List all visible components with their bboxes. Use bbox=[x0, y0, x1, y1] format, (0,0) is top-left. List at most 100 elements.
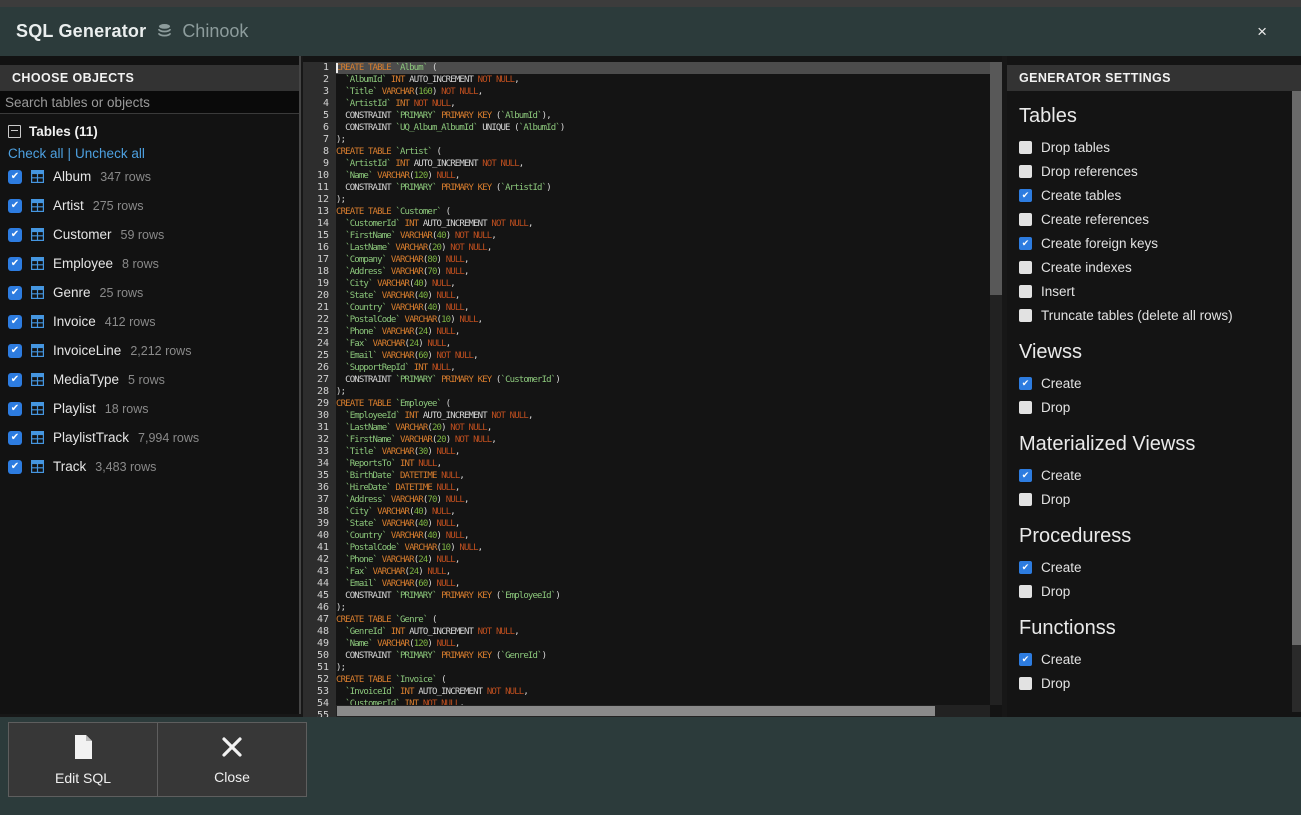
settings-checkbox[interactable] bbox=[1019, 165, 1032, 178]
line-number: 15 bbox=[303, 230, 336, 242]
settings-option[interactable]: Drop tables bbox=[1019, 135, 1301, 159]
settings-option[interactable]: Create bbox=[1019, 647, 1301, 671]
search-input[interactable] bbox=[0, 91, 299, 114]
settings-option[interactable]: Create bbox=[1019, 371, 1301, 395]
settings-option[interactable]: Drop bbox=[1019, 671, 1301, 695]
table-checkbox[interactable] bbox=[8, 170, 22, 184]
table-row[interactable]: Genre25 rows bbox=[0, 278, 299, 307]
settings-option[interactable]: Drop bbox=[1019, 395, 1301, 419]
table-row[interactable]: Track3,483 rows bbox=[0, 452, 299, 481]
editor-vertical-scrollbar[interactable] bbox=[990, 62, 1002, 705]
uncheck-all-link[interactable]: Uncheck all bbox=[75, 146, 145, 161]
code-line: ); bbox=[336, 662, 990, 674]
settings-option[interactable]: Drop references bbox=[1019, 159, 1301, 183]
settings-checkbox[interactable] bbox=[1019, 285, 1032, 298]
settings-checkbox[interactable] bbox=[1019, 261, 1032, 274]
line-number: 54 bbox=[303, 698, 336, 710]
line-number: 42 bbox=[303, 554, 336, 566]
collapse-icon[interactable] bbox=[8, 125, 21, 138]
editor-horizontal-scrollbar-thumb[interactable] bbox=[337, 706, 935, 716]
tables-group-label: Tables (11) bbox=[29, 124, 98, 139]
settings-option[interactable]: Create foreign keys bbox=[1019, 231, 1301, 255]
code-line: `State` VARCHAR(40) NULL, bbox=[336, 518, 990, 530]
table-row[interactable]: MediaType5 rows bbox=[0, 365, 299, 394]
settings-option-label: Drop references bbox=[1041, 164, 1138, 179]
table-row[interactable]: Employee8 rows bbox=[0, 249, 299, 278]
close-label: Close bbox=[214, 769, 250, 785]
sql-code-editor[interactable]: 1234567891011121314151617181920212223242… bbox=[303, 56, 1002, 717]
settings-option[interactable]: Truncate tables (delete all rows) bbox=[1019, 303, 1301, 327]
settings-option[interactable]: Drop bbox=[1019, 487, 1301, 511]
table-checkbox[interactable] bbox=[8, 228, 22, 242]
settings-checkbox[interactable] bbox=[1019, 377, 1032, 390]
check-all-link[interactable]: Check all bbox=[8, 146, 64, 161]
settings-section-title: Functionss bbox=[1019, 617, 1301, 640]
editor-horizontal-scrollbar[interactable] bbox=[336, 705, 990, 717]
line-number: 51 bbox=[303, 662, 336, 674]
settings-option[interactable]: Insert bbox=[1019, 279, 1301, 303]
close-button[interactable]: Close bbox=[157, 722, 307, 797]
table-row[interactable]: InvoiceLine2,212 rows bbox=[0, 336, 299, 365]
table-checkbox[interactable] bbox=[8, 431, 22, 445]
choose-objects-panel: CHOOSE OBJECTS Tables (11) Check all|Unc… bbox=[0, 56, 301, 714]
settings-checkbox[interactable] bbox=[1019, 189, 1032, 202]
table-row[interactable]: PlaylistTrack7,994 rows bbox=[0, 423, 299, 452]
line-number: 12 bbox=[303, 194, 336, 206]
line-number: 26 bbox=[303, 362, 336, 374]
table-checkbox[interactable] bbox=[8, 402, 22, 416]
table-row[interactable]: Customer59 rows bbox=[0, 220, 299, 249]
settings-option[interactable]: Create bbox=[1019, 555, 1301, 579]
settings-checkbox[interactable] bbox=[1019, 653, 1032, 666]
settings-vertical-scrollbar[interactable] bbox=[1292, 91, 1301, 712]
settings-checkbox[interactable] bbox=[1019, 237, 1032, 250]
table-checkbox[interactable] bbox=[8, 199, 22, 213]
editor-vertical-scrollbar-thumb[interactable] bbox=[990, 62, 1002, 295]
settings-option[interactable]: Create tables bbox=[1019, 183, 1301, 207]
table-row[interactable]: Playlist18 rows bbox=[0, 394, 299, 423]
tables-group-header[interactable]: Tables (11) bbox=[0, 114, 299, 139]
close-dialog-icon[interactable]: × bbox=[1257, 23, 1267, 40]
settings-checkbox[interactable] bbox=[1019, 213, 1032, 226]
line-number-gutter: 1234567891011121314151617181920212223242… bbox=[303, 62, 336, 717]
settings-checkbox[interactable] bbox=[1019, 309, 1032, 322]
code-line: ); bbox=[336, 134, 990, 146]
settings-checkbox[interactable] bbox=[1019, 493, 1032, 506]
code-line: `Country` VARCHAR(40) NULL, bbox=[336, 302, 990, 314]
table-checkbox[interactable] bbox=[8, 460, 22, 474]
table-icon bbox=[31, 315, 44, 328]
settings-option-label: Drop bbox=[1041, 584, 1070, 599]
code-line: CONSTRAINT `PRIMARY` PRIMARY KEY (`Custo… bbox=[336, 374, 990, 386]
settings-checkbox[interactable] bbox=[1019, 677, 1032, 690]
line-number: 8 bbox=[303, 146, 336, 158]
table-checkbox[interactable] bbox=[8, 286, 22, 300]
table-row[interactable]: Invoice412 rows bbox=[0, 307, 299, 336]
line-number: 37 bbox=[303, 494, 336, 506]
close-x-icon bbox=[220, 735, 244, 762]
table-row-count: 7,994 rows bbox=[138, 431, 199, 445]
table-name: Genre bbox=[53, 285, 91, 300]
table-checkbox[interactable] bbox=[8, 257, 22, 271]
edit-sql-button[interactable]: Edit SQL bbox=[8, 722, 158, 797]
code-line: `Email` VARCHAR(60) NULL, bbox=[336, 578, 990, 590]
settings-option[interactable]: Create references bbox=[1019, 207, 1301, 231]
code-line: `Phone` VARCHAR(24) NULL, bbox=[336, 326, 990, 338]
settings-option-label: Insert bbox=[1041, 284, 1075, 299]
settings-option[interactable]: Drop bbox=[1019, 579, 1301, 603]
settings-checkbox[interactable] bbox=[1019, 141, 1032, 154]
table-checkbox[interactable] bbox=[8, 373, 22, 387]
table-checkbox[interactable] bbox=[8, 344, 22, 358]
settings-option[interactable]: Create bbox=[1019, 463, 1301, 487]
choose-objects-header: CHOOSE OBJECTS bbox=[0, 65, 299, 91]
settings-option[interactable]: Create indexes bbox=[1019, 255, 1301, 279]
settings-vertical-scrollbar-thumb[interactable] bbox=[1292, 91, 1301, 645]
settings-checkbox[interactable] bbox=[1019, 585, 1032, 598]
table-row[interactable]: Artist275 rows bbox=[0, 191, 299, 220]
code-line: `Company` VARCHAR(80) NULL, bbox=[336, 254, 990, 266]
table-icon bbox=[31, 199, 44, 212]
table-checkbox[interactable] bbox=[8, 315, 22, 329]
table-row-count: 2,212 rows bbox=[130, 344, 191, 358]
settings-checkbox[interactable] bbox=[1019, 401, 1032, 414]
settings-checkbox[interactable] bbox=[1019, 561, 1032, 574]
settings-checkbox[interactable] bbox=[1019, 469, 1032, 482]
table-row[interactable]: Album347 rows bbox=[0, 162, 299, 191]
